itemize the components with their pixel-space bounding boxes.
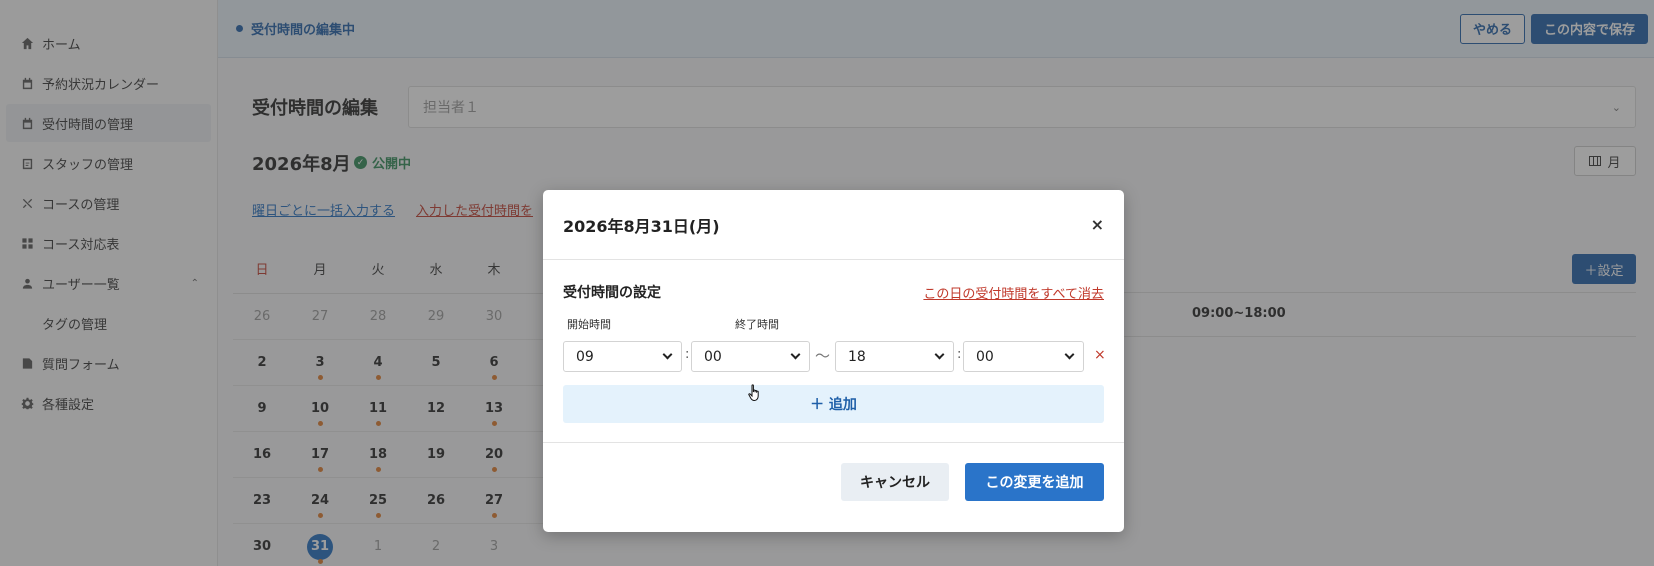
modal-title: 2026年8月31日(月): [563, 216, 720, 236]
apply-change-button[interactable]: この変更を追加: [965, 463, 1104, 501]
close-icon[interactable]: ×: [1091, 215, 1104, 234]
divider: [543, 442, 1124, 443]
chevron-down-icon: [662, 349, 673, 360]
time-colon: :: [685, 347, 690, 362]
start-minute-select[interactable]: 00: [691, 341, 810, 372]
chevron-down-icon: [1064, 349, 1075, 360]
clear-all-link[interactable]: この日の受付時間をすべて消去: [923, 283, 1104, 302]
section-title: 受付時間の設定: [563, 285, 661, 301]
time-slot-row: 09 : 00 〜 18 : 00 ×: [563, 341, 1107, 372]
add-slot-button[interactable]: ＋ 追加: [563, 385, 1104, 423]
start-time-label: 開始時間: [567, 318, 611, 331]
start-hour-value: 09: [576, 348, 594, 365]
chevron-down-icon: [790, 349, 801, 360]
hand-cursor-icon: [748, 384, 759, 402]
start-minute-value: 00: [704, 348, 722, 365]
modal-header: 2026年8月31日(月) ×: [543, 190, 1124, 260]
end-minute-select[interactable]: 00: [963, 341, 1084, 372]
end-hour-select[interactable]: 18: [835, 341, 954, 372]
day-edit-modal: 2026年8月31日(月) × 受付時間の設定 この日の受付時間をすべて消去 開…: [543, 190, 1124, 532]
start-hour-select[interactable]: 09: [563, 341, 682, 372]
section-header: 受付時間の設定 この日の受付時間をすべて消去: [563, 282, 1104, 302]
end-time-label: 終了時間: [735, 318, 779, 331]
chevron-down-icon: [934, 349, 945, 360]
end-minute-value: 00: [976, 348, 994, 365]
end-hour-value: 18: [848, 348, 866, 365]
time-colon: :: [957, 347, 962, 362]
range-tilde: 〜: [815, 347, 831, 365]
cancel-button[interactable]: キャンセル: [841, 463, 949, 501]
delete-slot-icon[interactable]: ×: [1094, 347, 1106, 363]
